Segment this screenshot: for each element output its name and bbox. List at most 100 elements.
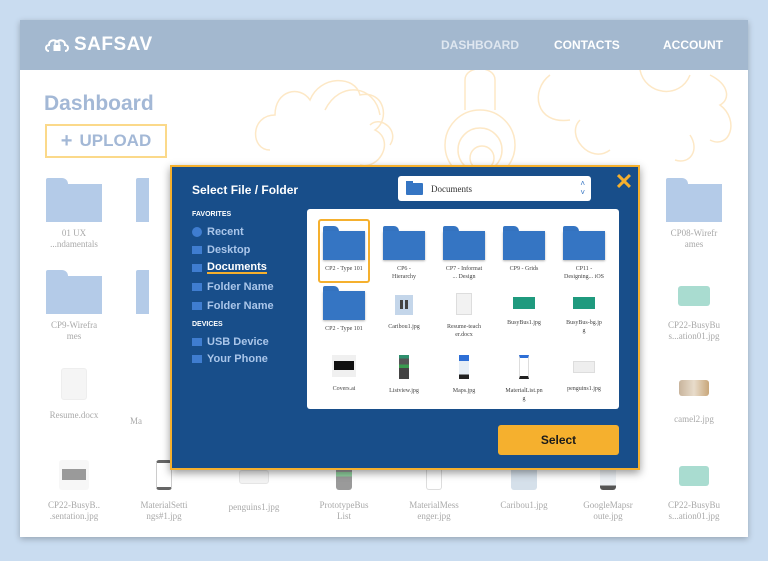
sidebar-item-folder[interactable]: Folder Name <box>192 300 274 312</box>
clock-circle-icon <box>192 227 202 237</box>
file-label: g <box>522 396 526 402</box>
bg-partial-label: Ma <box>130 416 142 426</box>
folder-icon <box>192 264 202 272</box>
bg-folder-item[interactable]: 01 UX ...ndamentals <box>29 178 119 250</box>
bg-image-item[interactable]: CP22-BusyBu s...ation01.jpg <box>649 282 739 342</box>
sidebar-item-usb-device[interactable]: USB Device <box>192 336 269 348</box>
file-item-image[interactable]: Listview.jpg <box>378 349 430 395</box>
folder-icon <box>406 180 423 195</box>
file-item-folder[interactable]: CP9 - Grids <box>498 221 550 273</box>
bg-folder-item-partial[interactable] <box>119 270 149 320</box>
item-label: 01 UX <box>61 228 87 238</box>
file-item-image[interactable]: penguins1.jpg <box>558 349 610 393</box>
item-label: ames <box>684 239 704 249</box>
item-label: penguins1.jpg <box>228 502 280 512</box>
item-label: s...ation01.jpg <box>668 331 720 341</box>
file-item-document[interactable]: Resume-teach er.docx <box>438 285 490 339</box>
file-item-image[interactable]: BusyBus-bg.jp g <box>558 285 610 335</box>
favorites-heading: FAVORITES <box>192 211 232 218</box>
sidebar-item-documents[interactable]: Documents <box>192 262 267 274</box>
nav-account[interactable]: ACCOUNT <box>663 38 723 52</box>
image-thumbnail <box>459 355 469 379</box>
sidebar-item-desktop[interactable]: Desktop <box>192 244 250 256</box>
location-dropdown[interactable]: Documents ˄ ˅ <box>398 176 591 201</box>
photo-thumbnail <box>395 295 413 315</box>
sidebar-item-your-phone[interactable]: Your Phone <box>192 353 268 365</box>
file-label: CP7 - Informat <box>445 266 483 272</box>
folder-icon <box>503 226 545 260</box>
file-label: Resume-teach <box>447 324 481 330</box>
bg-folder-item[interactable]: CP08-Wirefr ames <box>649 178 739 250</box>
folder-icon <box>136 270 149 314</box>
bg-folder-item-partial[interactable] <box>119 178 149 228</box>
file-item-image[interactable]: BusyBus1.jpg <box>498 285 550 327</box>
file-label: BusyBus-bg.jp <box>566 320 602 326</box>
file-item-image[interactable]: Caribou1.jpg <box>378 285 430 331</box>
image-thumbnail <box>679 466 709 486</box>
file-label: Maps.jpg <box>452 388 476 394</box>
file-item-folder[interactable]: CP6 - Hierarchy <box>378 221 430 281</box>
folder-icon <box>46 178 102 222</box>
select-button[interactable]: Select <box>498 425 619 455</box>
file-label: Covers.ai <box>332 386 356 392</box>
file-label: penguins1.jpg <box>567 386 601 392</box>
sidebar-item-recent[interactable]: Recent <box>192 226 244 238</box>
file-item-folder[interactable]: CP7 - Informat ... Design <box>438 221 490 281</box>
folder-icon <box>192 302 202 310</box>
file-item-ai[interactable]: Covers.ai <box>318 349 370 393</box>
usb-icon <box>192 338 202 346</box>
file-label: CP9 - Grids <box>509 266 539 272</box>
sidebar-item-label: Folder Name <box>207 300 274 312</box>
file-thumbnail <box>332 355 356 377</box>
image-thumbnail <box>573 297 595 309</box>
file-item-image[interactable]: Maps.jpg <box>438 349 490 395</box>
devices-heading: DEVICES <box>192 321 223 328</box>
item-label: ...ndamentals <box>50 239 98 249</box>
bg-image-item[interactable]: CP22-BusyBu s...ation01.jpg <box>649 466 739 522</box>
item-label: Resume.docx <box>49 410 99 420</box>
nav-dashboard[interactable]: DASHBOARD <box>441 38 519 52</box>
upload-button[interactable]: + UPLOAD <box>45 124 167 158</box>
select-file-dialog: Select File / Folder Documents ˄ ˅ ✕ FAVO… <box>170 165 640 470</box>
file-label: Hierarchy <box>392 274 416 280</box>
sidebar-item-label: Desktop <box>207 244 251 256</box>
bg-file-item[interactable]: CP22-BusyB.. .sentation.jpg <box>29 460 119 522</box>
image-thumbnail <box>239 470 269 484</box>
file-label: g <box>582 328 586 334</box>
sidebar-item-label: USB Device <box>207 336 269 348</box>
file-item-folder[interactable]: CP2 - Type 101 <box>318 281 370 333</box>
bg-folder-item[interactable]: CP9-Wirefra mes <box>29 270 119 342</box>
file-label: Listview.jpg <box>389 388 419 394</box>
document-icon <box>61 368 87 400</box>
desktop-icon <box>192 246 202 254</box>
file-label: CP6 - <box>397 266 411 272</box>
dialog-title: Select File / Folder <box>192 183 299 197</box>
folder-icon <box>383 226 425 260</box>
phone-icon <box>192 355 202 363</box>
file-browser-pane: CP2 - Type 101 CP6 - Hierarchy CP7 - Inf… <box>307 209 619 409</box>
bg-doc-item[interactable]: Resume.docx <box>29 368 119 421</box>
close-icon[interactable]: ✕ <box>613 171 635 193</box>
item-label: mes <box>66 331 82 341</box>
file-label: Caribou1.jpg <box>388 324 420 330</box>
page-title: Dashboard <box>44 92 154 115</box>
file-item-folder[interactable]: CP2 - Type 101 <box>318 219 370 283</box>
sidebar-item-label: Documents <box>207 261 267 274</box>
folder-icon <box>443 226 485 260</box>
folder-icon <box>666 178 722 222</box>
folder-icon <box>46 270 102 314</box>
item-label: s...ation01.jpg <box>668 511 720 521</box>
folder-icon <box>136 178 149 222</box>
item-label: CP22-BusyBu <box>667 320 720 330</box>
bg-image-item[interactable]: camel2.jpg <box>649 376 739 425</box>
nav-contacts[interactable]: CONTACTS <box>554 38 620 52</box>
item-label: CP08-Wirefr <box>670 228 718 238</box>
file-item-folder[interactable]: CP11 - Designing... iOS <box>558 221 610 281</box>
brand-logo[interactable]: SAFSAV <box>44 34 153 56</box>
file-label: CP11 - <box>575 266 593 272</box>
bg-image-item[interactable]: penguins1.jpg <box>209 470 299 513</box>
document-icon <box>456 293 472 315</box>
top-navbar: SAFSAV DASHBOARD CONTACTS ACCOUNT <box>20 20 748 70</box>
file-item-image[interactable]: MaterialList.pn g <box>498 349 550 403</box>
sidebar-item-folder[interactable]: Folder Name <box>192 281 274 293</box>
